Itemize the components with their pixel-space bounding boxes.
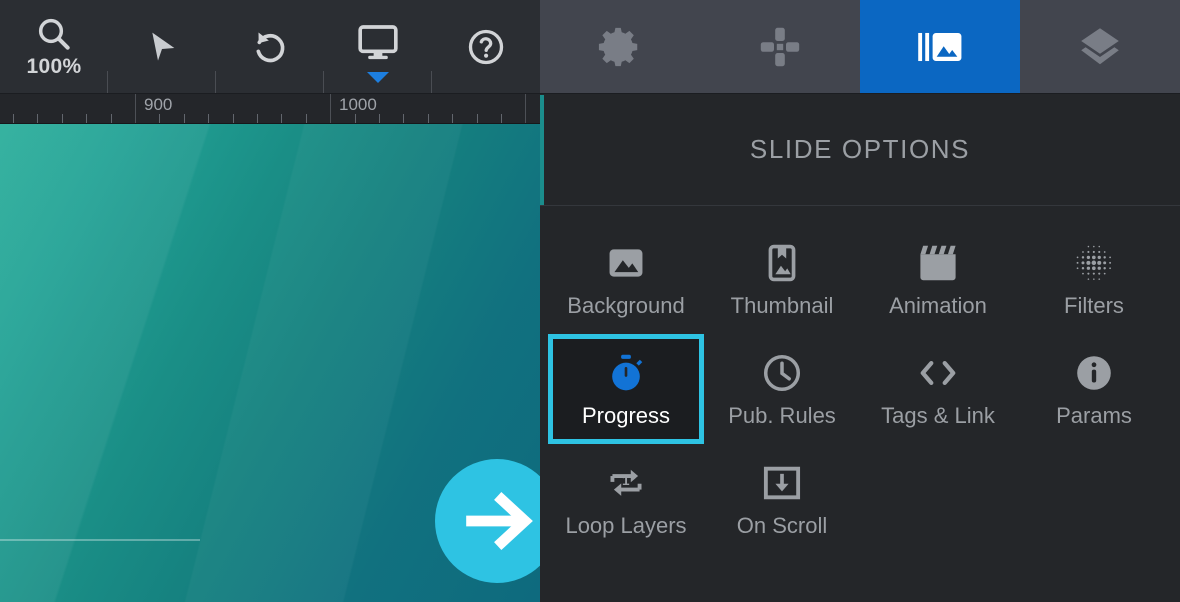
ruler-label: 900 bbox=[144, 95, 173, 114]
option-progress[interactable]: Progress bbox=[548, 334, 704, 444]
panel-accent-bar bbox=[540, 95, 544, 205]
layers-icon bbox=[1076, 25, 1124, 69]
ruler-major-tick bbox=[330, 94, 331, 123]
magnifier-icon bbox=[34, 14, 74, 54]
option-loop-layers[interactable]: 1 Loop Layers bbox=[548, 444, 704, 554]
option-label: Pub. Rules bbox=[728, 403, 836, 428]
arrow-right-icon bbox=[454, 478, 540, 564]
clapperboard-icon bbox=[916, 239, 960, 287]
ruler-minor-tick bbox=[62, 114, 63, 123]
ruler-minor-tick bbox=[355, 114, 356, 123]
editor-toolbar-right bbox=[540, 0, 1180, 94]
help-tool-button[interactable] bbox=[432, 0, 540, 93]
cursor-arrow-icon bbox=[142, 27, 182, 67]
ruler-minor-tick bbox=[428, 114, 429, 123]
zoom-level-label: 100% bbox=[26, 55, 82, 78]
slide-image-icon bbox=[916, 27, 964, 67]
option-params[interactable]: Params bbox=[1016, 334, 1172, 444]
option-thumbnail[interactable]: Thumbnail bbox=[704, 224, 860, 334]
question-mark-circle-icon bbox=[466, 27, 506, 67]
image-bookmark-icon bbox=[761, 239, 803, 287]
ruler-minor-tick bbox=[477, 114, 478, 123]
editor-toolbar-left: 100% bbox=[0, 0, 540, 94]
image-icon bbox=[605, 239, 647, 287]
ruler-minor-tick bbox=[86, 114, 87, 123]
option-on-scroll[interactable]: On Scroll bbox=[704, 444, 860, 554]
move-cross-icon bbox=[756, 23, 804, 71]
gear-icon bbox=[597, 24, 643, 70]
svg-text:1: 1 bbox=[622, 473, 630, 488]
option-pub-rules[interactable]: Pub. Rules bbox=[704, 334, 860, 444]
chevron-down-icon[interactable] bbox=[367, 72, 389, 83]
options-grid: Background Thumbnail Animation Filters Pr… bbox=[540, 206, 1180, 554]
repeat-one-icon: 1 bbox=[604, 459, 648, 507]
slide-options-panel: SLIDE OPTIONS Background Thumbnail Anima… bbox=[540, 94, 1180, 602]
panel-header: SLIDE OPTIONS bbox=[540, 94, 1180, 206]
option-label: Progress bbox=[581, 403, 671, 428]
undo-tool-button[interactable] bbox=[216, 0, 324, 93]
tab-settings[interactable] bbox=[540, 0, 700, 93]
ruler-label: 1000 bbox=[339, 95, 377, 114]
ruler-minor-tick bbox=[233, 114, 234, 123]
ruler-minor-tick bbox=[111, 114, 112, 123]
option-label: Params bbox=[1056, 403, 1132, 428]
ruler-major-tick bbox=[525, 94, 526, 123]
option-label: Background bbox=[567, 293, 685, 318]
ruler-minor-tick bbox=[403, 114, 404, 123]
stopwatch-icon bbox=[605, 349, 647, 397]
ruler-major-tick bbox=[135, 94, 136, 123]
option-label: Thumbnail bbox=[730, 293, 834, 318]
tab-layout[interactable] bbox=[700, 0, 860, 93]
tab-slides[interactable] bbox=[860, 0, 1020, 93]
monitor-icon bbox=[356, 23, 400, 63]
option-filters[interactable]: Filters bbox=[1016, 224, 1172, 334]
ruler-minor-tick bbox=[257, 114, 258, 123]
info-circle-icon bbox=[1073, 349, 1115, 397]
download-box-icon bbox=[760, 459, 804, 507]
dot-grid-icon bbox=[1073, 239, 1115, 287]
ruler-minor-tick bbox=[208, 114, 209, 123]
slide-canvas[interactable]: rger bbox=[0, 124, 540, 602]
option-label: Animation bbox=[889, 293, 987, 318]
ruler-minor-tick bbox=[13, 114, 14, 123]
code-brackets-icon bbox=[915, 349, 961, 397]
option-label: Tags & Link bbox=[881, 403, 995, 428]
undo-arrow-icon bbox=[250, 27, 290, 67]
option-animation[interactable]: Animation bbox=[860, 224, 1016, 334]
ruler-minor-tick bbox=[184, 114, 185, 123]
option-background[interactable]: Background bbox=[548, 224, 704, 334]
tab-layers[interactable] bbox=[1020, 0, 1180, 93]
preview-tool-button[interactable] bbox=[324, 0, 432, 93]
top-toolbar: 100% bbox=[0, 0, 1180, 94]
ruler-minor-tick bbox=[501, 114, 502, 123]
ruler-minor-tick bbox=[159, 114, 160, 123]
option-label: Filters bbox=[1064, 293, 1124, 318]
decorative-rule bbox=[0, 539, 200, 541]
page-title: SLIDE OPTIONS bbox=[749, 134, 971, 164]
option-label: On Scroll bbox=[736, 513, 828, 538]
ruler-minor-tick bbox=[379, 114, 380, 123]
option-tags-link[interactable]: Tags & Link bbox=[860, 334, 1016, 444]
select-tool-button[interactable] bbox=[108, 0, 216, 93]
horizontal-ruler[interactable]: 900 1000 bbox=[0, 94, 540, 124]
ruler-minor-tick bbox=[281, 114, 282, 123]
zoom-tool-button[interactable]: 100% bbox=[0, 0, 108, 93]
ruler-minor-tick bbox=[452, 114, 453, 123]
ruler-minor-tick bbox=[37, 114, 38, 123]
ruler-minor-tick bbox=[306, 114, 307, 123]
clock-icon bbox=[761, 349, 803, 397]
option-label: Loop Layers bbox=[565, 513, 687, 538]
